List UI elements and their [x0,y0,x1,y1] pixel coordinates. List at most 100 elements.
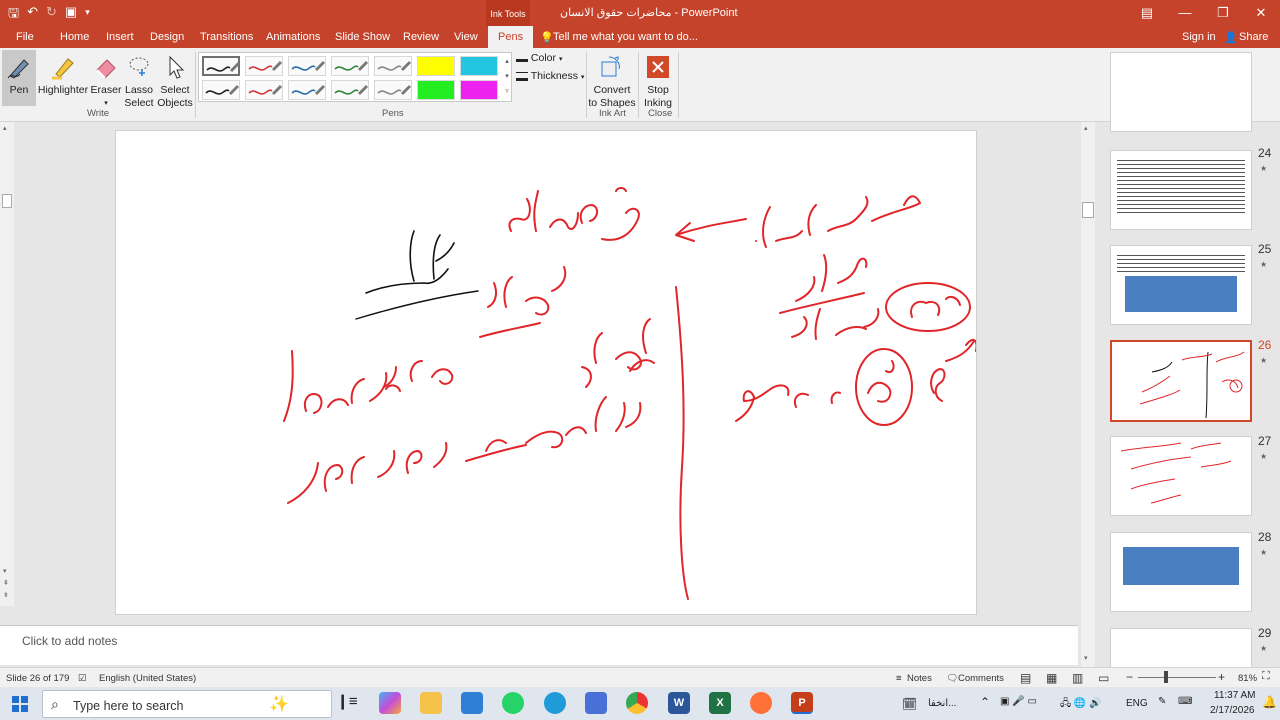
tab-pens[interactable]: Pens [488,26,534,48]
restore-button[interactable]: ❐ [1204,0,1242,26]
language-indicator[interactable]: ENG [1126,698,1148,709]
zoom-level[interactable]: 81% [1238,673,1257,684]
slide-thumbnail[interactable] [1110,436,1252,516]
tell-me-icon[interactable]: 💡 [540,31,554,44]
keyboard-icon[interactable]: ⌨ [1178,696,1192,707]
gallery-scroll[interactable]: ▴ ▾ ▿ [502,54,512,99]
spell-check-icon[interactable]: ☑ [78,673,87,684]
notes-icon[interactable]: ≡ [896,673,902,684]
task-view-icon[interactable]: ❙≡ [336,692,358,714]
show-hidden-icons[interactable]: ⌃ [980,695,990,709]
powerpoint-icon[interactable]: P [791,692,813,714]
scroll-up-icon[interactable]: ▴ [1084,124,1088,132]
pen-swatch[interactable] [245,80,283,100]
thickness-button[interactable]: Thickness ▾ [516,70,584,82]
zoom-slider[interactable] [1138,677,1216,678]
tab-review[interactable]: Review [403,31,439,43]
pen-swatch[interactable] [417,56,455,76]
stop-inking-button[interactable]: Stop Inking [640,50,676,110]
ribbon-display-icon[interactable]: ▤ [1128,0,1166,26]
close-button[interactable]: ✕ [1242,0,1280,26]
minimize-button[interactable]: — [1166,0,1204,26]
pen-swatch[interactable] [460,56,498,76]
slideshow-view-icon[interactable]: ▭ [1098,671,1109,685]
normal-view-icon[interactable]: ▤ [1020,671,1031,685]
pen-swatch[interactable] [460,80,498,100]
firefox-icon[interactable] [750,692,772,714]
slide-thumbnail[interactable] [1110,245,1252,325]
tab-home[interactable]: Home [60,31,89,43]
pen-settings-icon[interactable]: ✎ [1158,696,1166,707]
undo-icon[interactable]: ↶ [27,4,38,26]
pen-swatch[interactable] [202,80,240,100]
pen-swatch[interactable] [331,56,369,76]
slide-thumbnail-selected[interactable] [1110,340,1252,422]
zoom-out-icon[interactable]: − [1126,670,1133,684]
notification-bell-icon[interactable]: 🔔 [1262,695,1277,709]
pen-swatch[interactable] [374,80,412,100]
select-objects-button[interactable]: Select Objects [156,50,194,110]
language-indicator[interactable]: English (United States) [99,673,196,684]
redo-icon[interactable]: ↻ [46,4,57,26]
scroll-thumb[interactable] [1082,202,1094,218]
pen-swatch[interactable] [288,56,326,76]
share-button[interactable]: Share [1239,31,1268,43]
scroll-thumb[interactable] [2,194,12,208]
reading-view-icon[interactable]: ▥ [1072,671,1083,685]
word-icon[interactable]: W [668,692,690,714]
file-explorer-icon[interactable] [420,692,442,714]
save-icon[interactable]: 🖫 [8,4,19,26]
pen-button[interactable]: Pen [2,50,36,106]
pen-swatch[interactable] [417,80,455,100]
customize-qat-icon[interactable]: ▾ [85,7,90,26]
pen-swatch[interactable] [331,80,369,100]
scroll-up-icon[interactable]: ▴ [3,124,7,132]
left-scrollbar[interactable]: ▴ ▾ ⇞ ⇟ [0,122,14,606]
tab-view[interactable]: View [454,31,478,43]
outlook-icon[interactable] [461,692,483,714]
lasso-select-button[interactable]: Lasso Select [122,50,156,110]
eraser-button[interactable]: Eraser ▾ [90,50,122,110]
comments-button[interactable]: Comments [958,673,1004,684]
tab-design[interactable]: Design [150,31,184,43]
slide-thumbnail[interactable] [1110,150,1252,230]
pen-swatch[interactable] [374,56,412,76]
edge-icon[interactable] [544,692,566,714]
convert-to-shapes-button[interactable]: Convert to Shapes [588,50,636,110]
excel-icon[interactable]: X [709,692,731,714]
presenter-icon[interactable]: ▣ [65,4,77,26]
tray-icons[interactable]: ▣ 🎤 ▭ [1000,696,1037,707]
pen-swatch[interactable] [288,80,326,100]
news-widget-text[interactable]: انخفا... [928,698,956,709]
start-icon[interactable] [12,696,28,712]
tab-animations[interactable]: Animations [266,31,320,43]
slide-thumbnail[interactable] [1110,52,1252,132]
highlighter-button[interactable]: Highlighter [36,50,90,97]
network-icons[interactable]: 🖧 🌐 🔊 [1060,696,1102,713]
slide-sorter-icon[interactable]: ▦ [1046,671,1057,685]
pen-swatch[interactable] [245,56,283,76]
fit-slide-icon[interactable]: ⛶ [1262,670,1270,683]
zoom-slider-thumb[interactable] [1164,671,1168,683]
scroll-down-icon[interactable]: ▾ [1084,654,1088,662]
right-scrollbar[interactable]: ▴ ▾ [1081,122,1095,668]
slide-thumbnail[interactable] [1110,628,1252,668]
tab-transitions[interactable]: Transitions [200,31,253,43]
notes-button[interactable]: Notes [907,673,932,684]
tab-file[interactable]: File [16,31,34,43]
notes-placeholder[interactable]: Click to add notes [22,634,117,648]
share-icon[interactable]: 👤 [1224,31,1238,44]
zoom-in-icon[interactable]: + [1218,670,1225,684]
taskbar-search-box[interactable]: ⌕ Type here to search ✨ [42,690,332,718]
sign-in-link[interactable]: Sign in [1182,31,1216,43]
chrome-icon[interactable] [626,692,648,714]
slide-canvas[interactable] [115,130,978,615]
tab-slide-show[interactable]: Slide Show [335,31,390,43]
pen-swatch[interactable] [202,56,240,76]
tell-me-box[interactable]: Tell me what you want to do... [553,31,698,43]
whatsapp-icon[interactable] [502,692,524,714]
scroll-nav-icons[interactable]: ▾ ⇞ ⇟ [3,566,9,602]
notes-pane[interactable]: Click to add notes [0,625,1078,665]
color-button[interactable]: Color ▾ [516,52,562,64]
tab-insert[interactable]: Insert [106,31,134,43]
